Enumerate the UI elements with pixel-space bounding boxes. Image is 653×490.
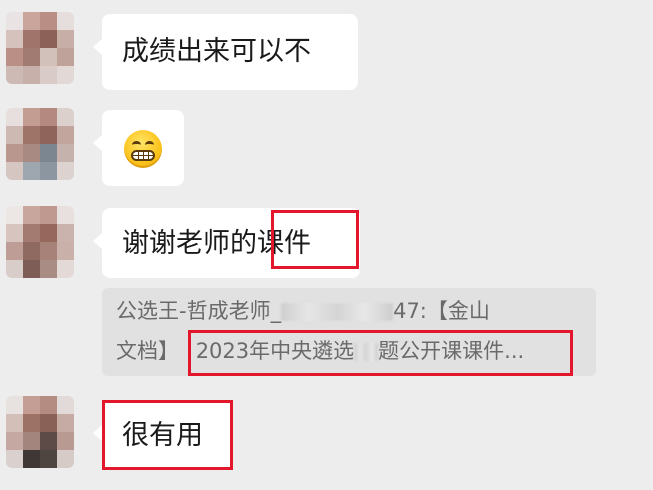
quoted-message[interactable]: 公选王-哲成老师_ 47:【金山 文档】 2023年中央遴选 题公开课课件... bbox=[102, 288, 596, 376]
message-bubble[interactable] bbox=[93, 110, 184, 186]
redacted-text bbox=[281, 303, 394, 321]
avatar[interactable] bbox=[6, 12, 74, 84]
quote-doc-source: 文档】 bbox=[116, 339, 179, 363]
message-bubble[interactable]: 很有用 bbox=[93, 400, 232, 470]
message-text-plain: 谢谢老师的 bbox=[122, 228, 257, 259]
grimacing-face-emoji-icon bbox=[124, 130, 162, 168]
message-text: 成绩出来可以不 bbox=[122, 36, 311, 67]
quote-source-text: 公选王-哲成老师_ bbox=[116, 299, 282, 323]
redacted-text bbox=[354, 343, 379, 361]
message-bubble[interactable]: 谢谢老师的课件 bbox=[93, 208, 360, 278]
message-text-highlight: 课件 bbox=[257, 228, 311, 259]
avatar[interactable] bbox=[6, 108, 74, 180]
avatar[interactable] bbox=[6, 206, 74, 278]
quote-suffix-text: 47:【金山 bbox=[393, 299, 490, 323]
message-text: 很有用 bbox=[122, 420, 203, 451]
message-text: 谢谢老师的课件 bbox=[122, 228, 311, 260]
message-bubble[interactable]: 成绩出来可以不 bbox=[93, 14, 358, 90]
quote-doc-title[interactable]: 2023年中央遴选 题公开课课件... bbox=[196, 339, 524, 363]
quote-line-2: 文档】 2023年中央遴选 题公开课课件... bbox=[116, 336, 524, 366]
quote-line-1: 公选王-哲成老师_ 47:【金山 bbox=[116, 296, 490, 326]
avatar[interactable] bbox=[6, 396, 74, 468]
chat-message-list: 成绩出来可以不 谢谢老师的课件 公选王-哲成老师_ 47:【金山 文档】 202… bbox=[0, 0, 653, 490]
